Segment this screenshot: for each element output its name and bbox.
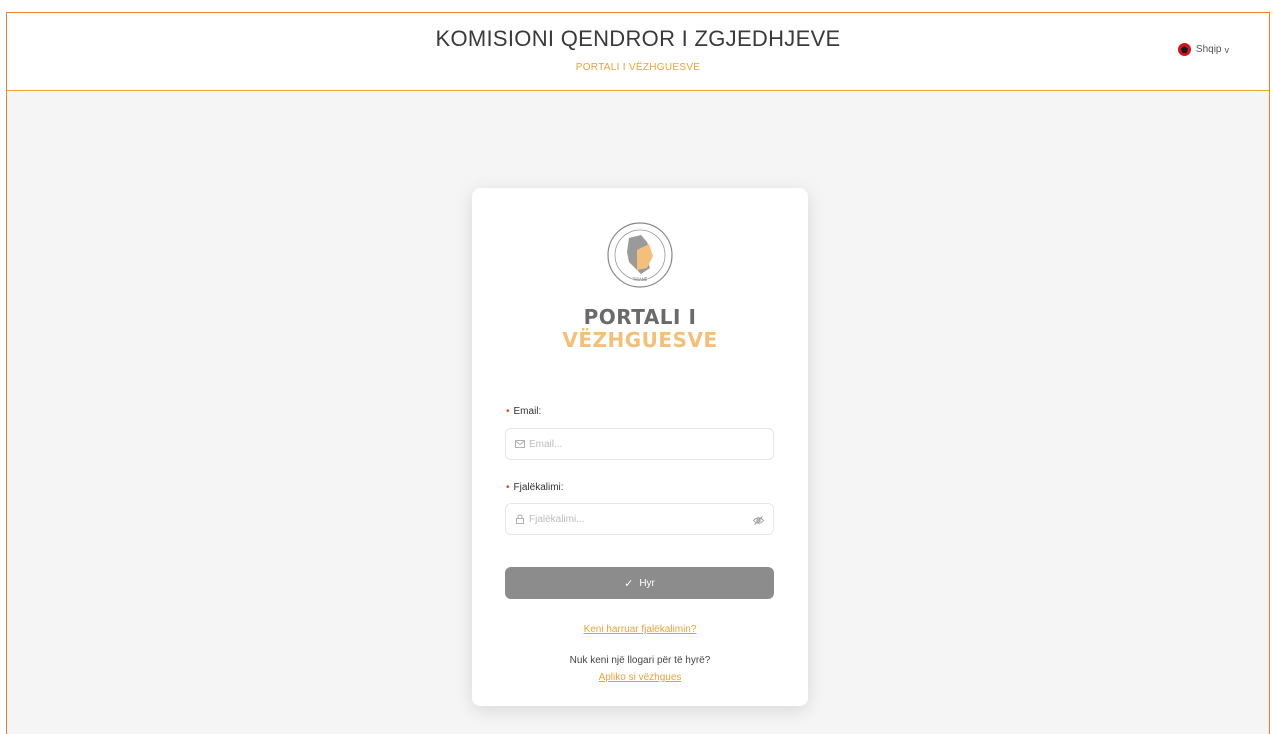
no-account-text: Nuk keni një llogari për të hyrë? <box>569 655 711 666</box>
password-label-text: Fjalëkalimi: <box>513 482 564 493</box>
svg-text:TIRANË: TIRANË <box>632 277 648 282</box>
login-card: TIRANË PORTALI I VËZHGUESVE •Email: •Fja… <box>472 188 808 706</box>
portal-title: PORTALI I VËZHGUESVE <box>472 306 808 352</box>
email-input[interactable] <box>529 438 773 450</box>
password-field[interactable] <box>505 503 774 535</box>
login-button[interactable]: ✓ Hyr <box>505 567 774 599</box>
page-frame: KOMISIONI QENDROR I ZGJEDHJEVE PORTALI I… <box>6 12 1270 734</box>
kqz-seal-icon: TIRANË <box>607 222 673 288</box>
email-label: • Email: <box>506 406 541 417</box>
language-selector[interactable]: Shqip v <box>1177 43 1230 56</box>
eye-off-icon[interactable] <box>753 515 764 526</box>
page-header: KOMISIONI QENDROR I ZGJEDHJEVE PORTALI I… <box>7 13 1269 91</box>
check-icon: ✓ <box>624 577 634 590</box>
header-subtitle: PORTALI I VËZHGUESVE <box>575 62 701 73</box>
password-input[interactable] <box>529 513 773 525</box>
language-label: Shqip <box>1195 44 1222 55</box>
lock-icon <box>516 514 524 524</box>
email-label-text: Email: <box>513 406 542 417</box>
portal-title-line1: PORTALI I <box>583 305 697 329</box>
chevron-down-icon: v <box>1224 44 1230 55</box>
mail-icon <box>515 440 525 448</box>
apply-observer-link[interactable]: Apliko si vëzhgues <box>472 672 808 683</box>
albania-flag-icon <box>1177 43 1191 56</box>
forgot-password-link[interactable]: Keni harruar fjalëkalimin? <box>472 624 808 635</box>
required-marker: • <box>506 406 510 417</box>
email-field[interactable] <box>505 428 774 460</box>
required-marker: • <box>506 482 510 493</box>
portal-title-line2: VËZHGUESVE <box>562 328 718 352</box>
login-button-label: Hyr <box>639 577 655 589</box>
header-title: KOMISIONI QENDROR I ZGJEDHJEVE <box>435 26 841 51</box>
password-label: • Fjalëkalimi: <box>506 482 564 493</box>
